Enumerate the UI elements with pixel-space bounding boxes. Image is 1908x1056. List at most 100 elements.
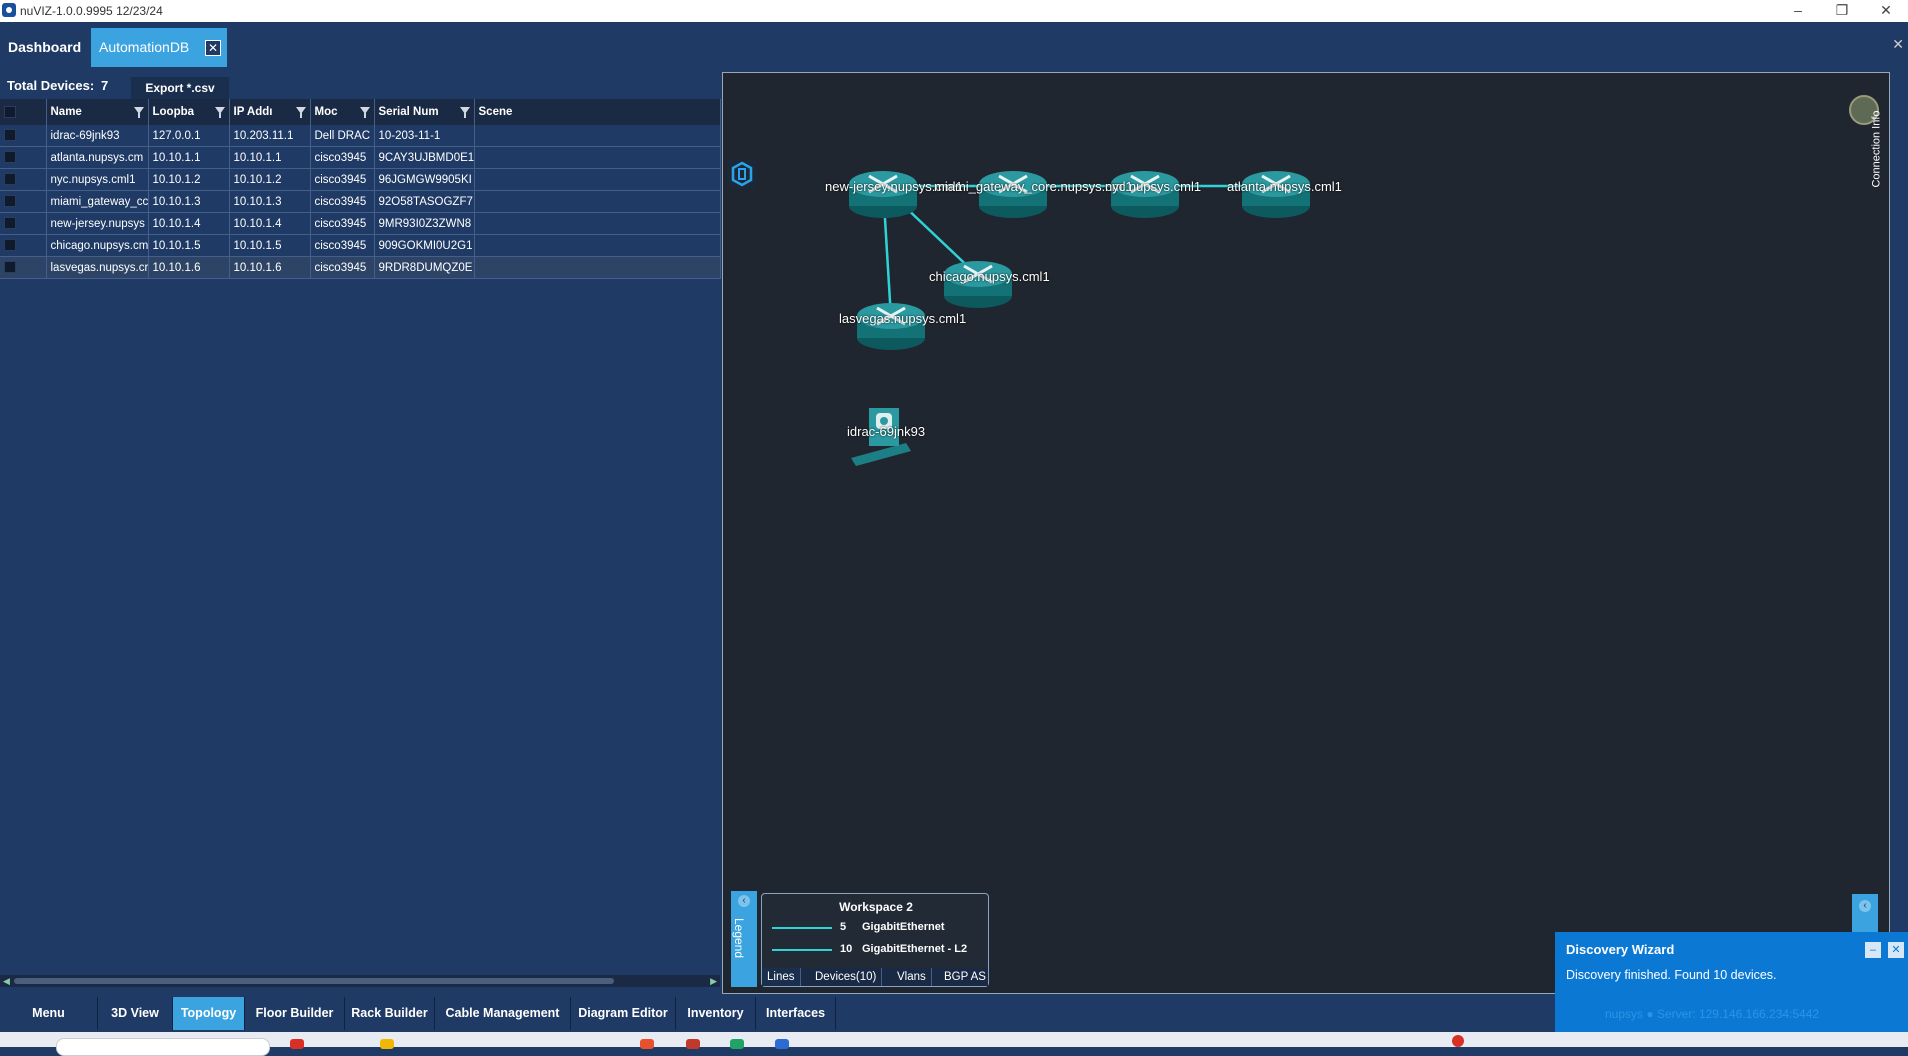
- tab-close-icon[interactable]: ✕: [205, 40, 221, 56]
- toolbar-diagram-editor[interactable]: Diagram Editor: [571, 997, 676, 1030]
- device-label[interactable]: lasvegas.nupsys.cml1: [839, 311, 966, 326]
- checkbox-icon[interactable]: [4, 239, 16, 252]
- column-header-loopback[interactable]: Loopba: [148, 99, 230, 125]
- notification-badge-icon[interactable]: [1452, 1035, 1464, 1047]
- legend-link-type: GigabitEthernet - L2: [862, 943, 968, 955]
- cell-name: idrac-69jnk93: [46, 125, 149, 147]
- scroll-left-icon[interactable]: ◀: [3, 975, 10, 987]
- filter-icon[interactable]: [459, 107, 470, 118]
- minimize-notification-icon[interactable]: –: [1865, 942, 1881, 958]
- filter-icon[interactable]: [295, 107, 306, 118]
- table-row[interactable]: lasvegas.nupsys.cr 10.10.1.6 10.10.1.6 cisc…: [0, 256, 721, 279]
- checkbox-icon[interactable]: [4, 217, 16, 230]
- toolbar-cable-management[interactable]: Cable Management: [435, 997, 571, 1030]
- chevron-left-icon[interactable]: ‹: [738, 895, 750, 907]
- window-close-icon[interactable]: ✕: [1864, 0, 1908, 22]
- export-csv-button[interactable]: Export *.csv: [131, 77, 229, 99]
- table-row[interactable]: miami_gateway_cc 10.10.1.3 10.10.1.3 cisco3…: [0, 190, 721, 213]
- panel-close-icon[interactable]: ✕: [1892, 36, 1904, 53]
- legend-tab-vlans[interactable]: Vlans: [892, 968, 932, 986]
- close-notification-icon[interactable]: ✕: [1888, 942, 1904, 958]
- table-row[interactable]: idrac-69jnk93 127.0.0.1 10.203.11.1 Dell DR…: [0, 125, 721, 147]
- column-header-model[interactable]: Moc: [310, 99, 375, 125]
- cell-loopback: 10.10.1.6: [148, 256, 230, 279]
- hexagon-mode-icon[interactable]: [727, 159, 757, 189]
- toolbar-menu[interactable]: Menu: [0, 997, 98, 1030]
- cell-loopback: 10.10.1.5: [148, 234, 230, 257]
- checkbox-icon[interactable]: [4, 195, 16, 208]
- taskbar-search-box[interactable]: [56, 1038, 270, 1056]
- toolbar-interfaces[interactable]: Interfaces: [756, 997, 836, 1030]
- row-checkbox-cell[interactable]: [0, 125, 47, 147]
- cell-serial-number: 96JGMGW9905KI: [374, 168, 475, 191]
- window-titlebar: nuVIZ-1.0.0.9995 12/23/24 – ❐ ✕: [0, 0, 1908, 22]
- filter-icon[interactable]: [214, 107, 225, 118]
- total-devices-count: 7: [101, 78, 109, 93]
- cell-serial-number: 10-203-11-1: [374, 125, 475, 147]
- device-label[interactable]: chicago.nupsys.cml1: [929, 269, 1050, 284]
- toolbar-3d-view[interactable]: 3D View: [98, 997, 173, 1030]
- app-icon[interactable]: [775, 1039, 789, 1049]
- toolbar-rack-builder[interactable]: Rack Builder: [345, 997, 435, 1030]
- device-label[interactable]: nyc.nupsys.cml1: [1105, 179, 1201, 194]
- row-checkbox-cell[interactable]: [0, 190, 47, 213]
- device-label[interactable]: idrac-69jnk93: [847, 424, 925, 439]
- legend-count: 5: [840, 921, 847, 933]
- column-header-scene[interactable]: Scene: [474, 99, 721, 125]
- row-checkbox-cell[interactable]: [0, 146, 47, 169]
- checkbox-icon[interactable]: [4, 173, 16, 186]
- device-label[interactable]: miami_gateway_core.nupsys.cml1: [934, 179, 1133, 194]
- column-header-name[interactable]: Name: [46, 99, 149, 125]
- column-header-serial-number[interactable]: Serial Num: [374, 99, 475, 125]
- checkbox-icon[interactable]: [4, 151, 16, 164]
- scroll-right-icon[interactable]: ▶: [710, 975, 717, 987]
- toolbar-inventory[interactable]: Inventory: [676, 997, 756, 1030]
- os-taskbar: [0, 1032, 1908, 1056]
- checkbox-icon[interactable]: [4, 105, 16, 118]
- toolbar-topology[interactable]: Topology: [173, 997, 245, 1030]
- minimize-icon[interactable]: –: [1776, 0, 1820, 22]
- legend-tab-devices[interactable]: Devices(10): [810, 968, 883, 986]
- checkbox-icon[interactable]: [4, 261, 16, 274]
- app-icon[interactable]: [686, 1039, 700, 1049]
- legend-tab-lines[interactable]: Lines: [762, 968, 801, 986]
- folder-icon[interactable]: [380, 1039, 394, 1049]
- tab-dashboard[interactable]: Dashboard: [0, 28, 88, 67]
- chevron-left-icon[interactable]: ‹: [1859, 900, 1871, 912]
- legend-tab-bgp[interactable]: BGP AS: [939, 968, 991, 986]
- notification-title: Discovery Wizard: [1566, 942, 1675, 957]
- row-checkbox-cell[interactable]: [0, 168, 47, 191]
- browser-icon[interactable]: [290, 1039, 304, 1049]
- cell-scene: [474, 190, 721, 213]
- discovery-wizard-notification[interactable]: Discovery Wizard Discovery finished. Fou…: [1555, 932, 1908, 1032]
- row-checkbox-cell[interactable]: [0, 256, 47, 279]
- table-row[interactable]: chicago.nupsys.cm 10.10.1.5 10.10.1.5 cisco…: [0, 234, 721, 257]
- table-row[interactable]: new-jersey.nupsys 10.10.1.4 10.10.1.4 cisco…: [0, 212, 721, 235]
- device-label[interactable]: atlanta.nupsys.cml1: [1227, 179, 1342, 194]
- topology-graph[interactable]: [723, 73, 1889, 993]
- cell-name: miami_gateway_cc: [46, 190, 149, 213]
- column-header-ip-address[interactable]: IP Addı: [229, 99, 311, 125]
- restore-icon[interactable]: ❐: [1820, 0, 1864, 22]
- checkbox-icon[interactable]: [4, 129, 16, 142]
- tab-automationdb[interactable]: AutomationDB ✕: [91, 28, 227, 67]
- row-checkbox-cell[interactable]: [0, 234, 47, 257]
- spreadsheet-icon[interactable]: [730, 1039, 744, 1049]
- cell-loopback: 10.10.1.1: [148, 146, 230, 169]
- table-row[interactable]: atlanta.nupsys.cm 10.10.1.1 10.10.1.1 cisco…: [0, 146, 721, 169]
- select-all-checkbox[interactable]: [0, 99, 47, 125]
- filter-icon[interactable]: [133, 107, 144, 118]
- filter-icon[interactable]: [359, 107, 370, 118]
- scrollbar-thumb[interactable]: [14, 978, 614, 984]
- topology-canvas[interactable]: new-jersey.nupsys.cml1 miami_gateway_core…: [722, 72, 1890, 994]
- cell-name: nyc.nupsys.cml1: [46, 168, 149, 191]
- connection-info-tab[interactable]: Connection Info: [1870, 110, 1882, 187]
- table-row[interactable]: nyc.nupsys.cml1 10.10.1.2 10.10.1.2 cisco39…: [0, 168, 721, 191]
- app-icon[interactable]: [640, 1039, 654, 1049]
- row-checkbox-cell[interactable]: [0, 212, 47, 235]
- cell-serial-number: 9RDR8DUMQZ0E: [374, 256, 475, 279]
- cell-name: chicago.nupsys.cm: [46, 234, 149, 257]
- horizontal-scrollbar[interactable]: ◀ ▶: [0, 975, 720, 987]
- legend-toggle[interactable]: ‹ Legend: [731, 891, 757, 987]
- toolbar-floor-builder[interactable]: Floor Builder: [245, 997, 345, 1030]
